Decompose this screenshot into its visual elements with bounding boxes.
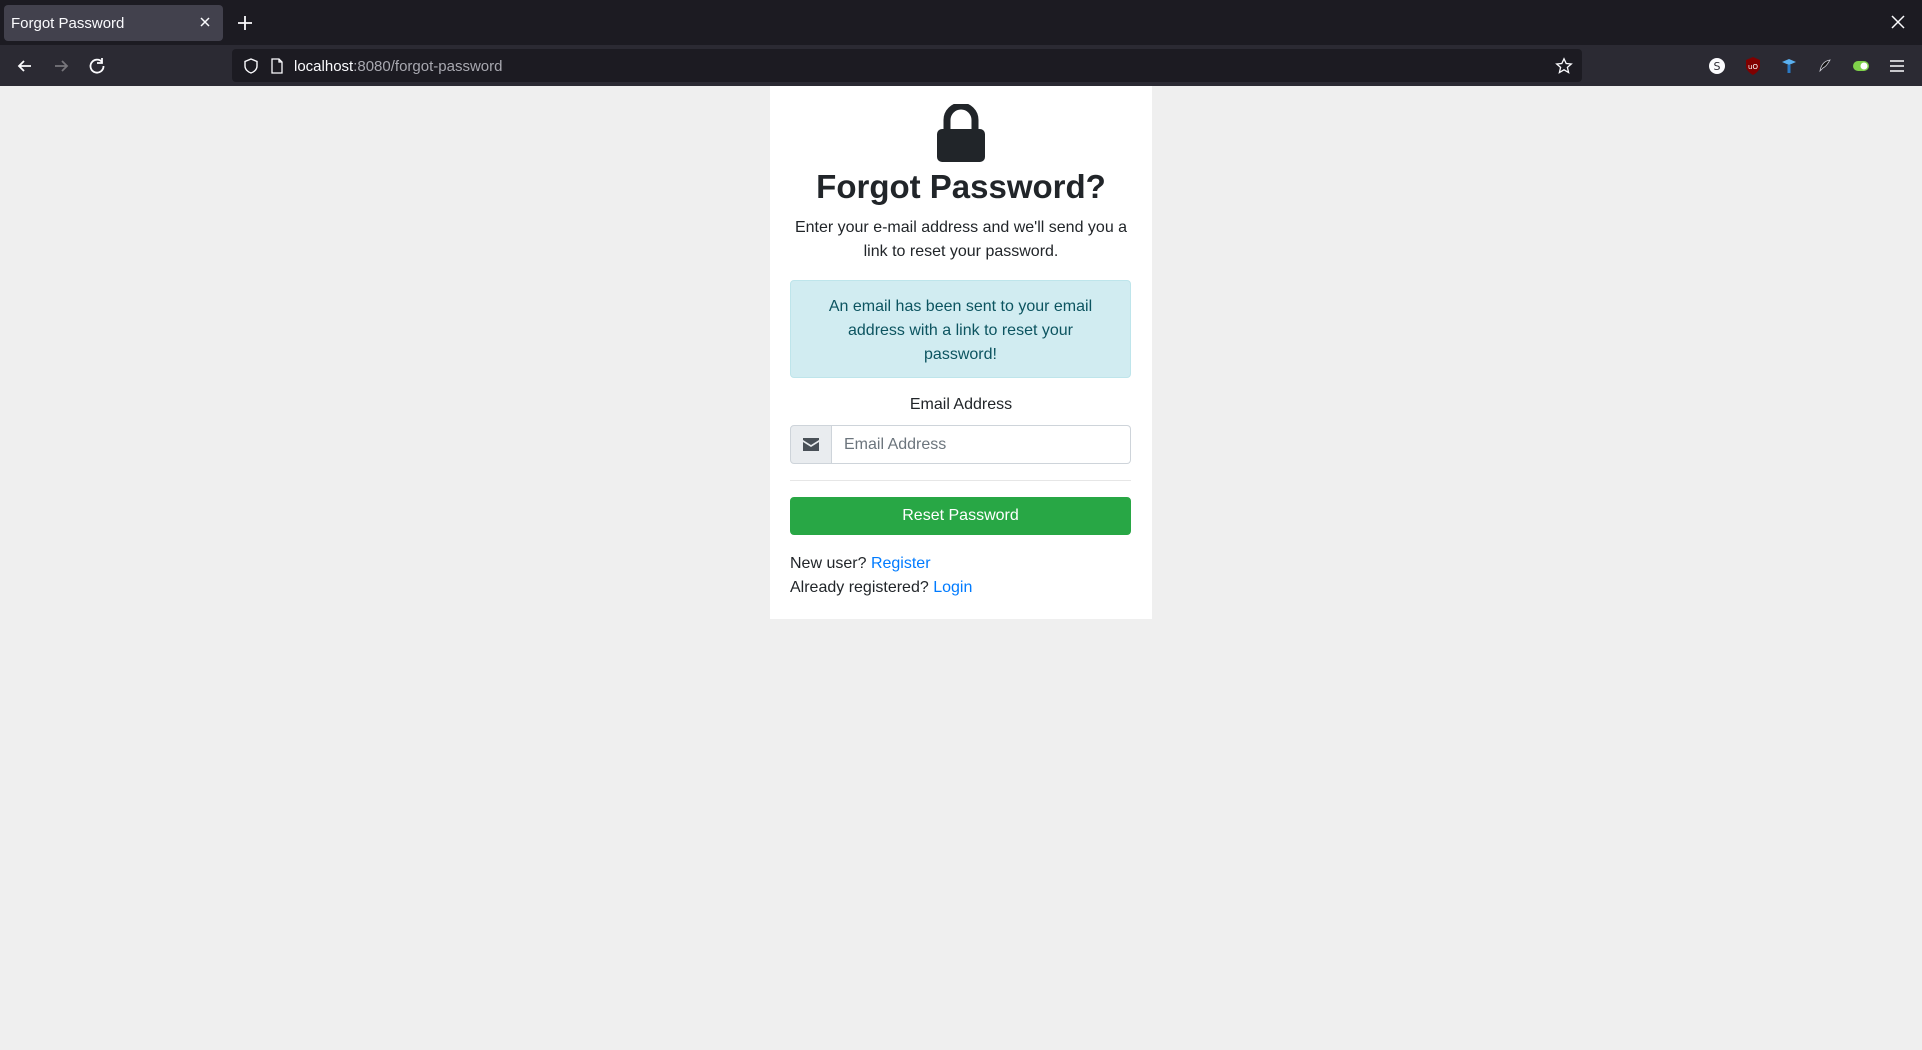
extension-s-icon[interactable]: S	[1707, 56, 1727, 76]
page-viewport: Forgot Password? Enter your e-mail addre…	[1, 86, 1921, 1049]
login-link[interactable]: Login	[933, 579, 972, 596]
url-path: :8080/forgot-password	[353, 58, 503, 75]
back-icon[interactable]	[12, 53, 38, 79]
url-host: localhost	[294, 58, 354, 75]
lock-icon	[937, 104, 985, 162]
tab-title: Forgot Password	[11, 15, 125, 32]
page-title: Forgot Password?	[816, 168, 1106, 205]
account-links: New user? Register Already registered? L…	[790, 552, 972, 600]
new-user-text: New user?	[790, 555, 867, 572]
tab-close-icon[interactable]	[195, 12, 215, 32]
email-label: Email Address	[909, 396, 1013, 413]
already-registered-text: Already registered?	[790, 579, 929, 596]
window-close-icon[interactable]	[1888, 12, 1908, 32]
shield-icon[interactable]	[242, 57, 260, 75]
reload-icon[interactable]	[84, 53, 110, 79]
extension-bird-icon[interactable]	[1815, 56, 1835, 76]
extension-green-icon[interactable]	[1851, 56, 1871, 76]
svg-text:S: S	[1714, 60, 1721, 73]
extension-blue-icon[interactable]	[1779, 56, 1799, 76]
page-icon[interactable]	[268, 57, 286, 75]
reset-password-button[interactable]: Reset Password	[790, 497, 1131, 535]
url-bar[interactable]: localhost:8080/forgot-password	[232, 49, 1582, 82]
email-prepend	[790, 425, 832, 464]
bookmark-star-icon[interactable]	[1555, 57, 1573, 75]
page-description: Enter your e-mail address and we'll send…	[794, 219, 1128, 260]
email-input-group	[790, 425, 1131, 464]
ublock-origin-icon[interactable]: uO	[1743, 56, 1763, 76]
register-link[interactable]: Register	[871, 555, 931, 572]
forward-icon[interactable]	[48, 53, 74, 79]
url-text[interactable]: localhost:8080/forgot-password	[294, 58, 502, 75]
svg-text:uO: uO	[1748, 63, 1758, 71]
envelope-icon	[803, 438, 819, 451]
new-tab-icon[interactable]	[234, 12, 256, 34]
menu-icon[interactable]	[1887, 56, 1907, 76]
form-divider	[790, 480, 1131, 481]
success-alert: An email has been sent to your email add…	[790, 280, 1131, 378]
register-line: New user? Register	[790, 552, 972, 576]
login-line: Already registered? Login	[790, 576, 972, 600]
browser-tab-bar: Forgot Password	[0, 0, 1922, 45]
browser-tab[interactable]: Forgot Password	[4, 5, 223, 41]
forgot-password-card: Forgot Password? Enter your e-mail addre…	[770, 86, 1152, 619]
browser-nav-bar: localhost:8080/forgot-password S uO	[0, 45, 1922, 86]
email-input[interactable]	[832, 425, 1131, 464]
